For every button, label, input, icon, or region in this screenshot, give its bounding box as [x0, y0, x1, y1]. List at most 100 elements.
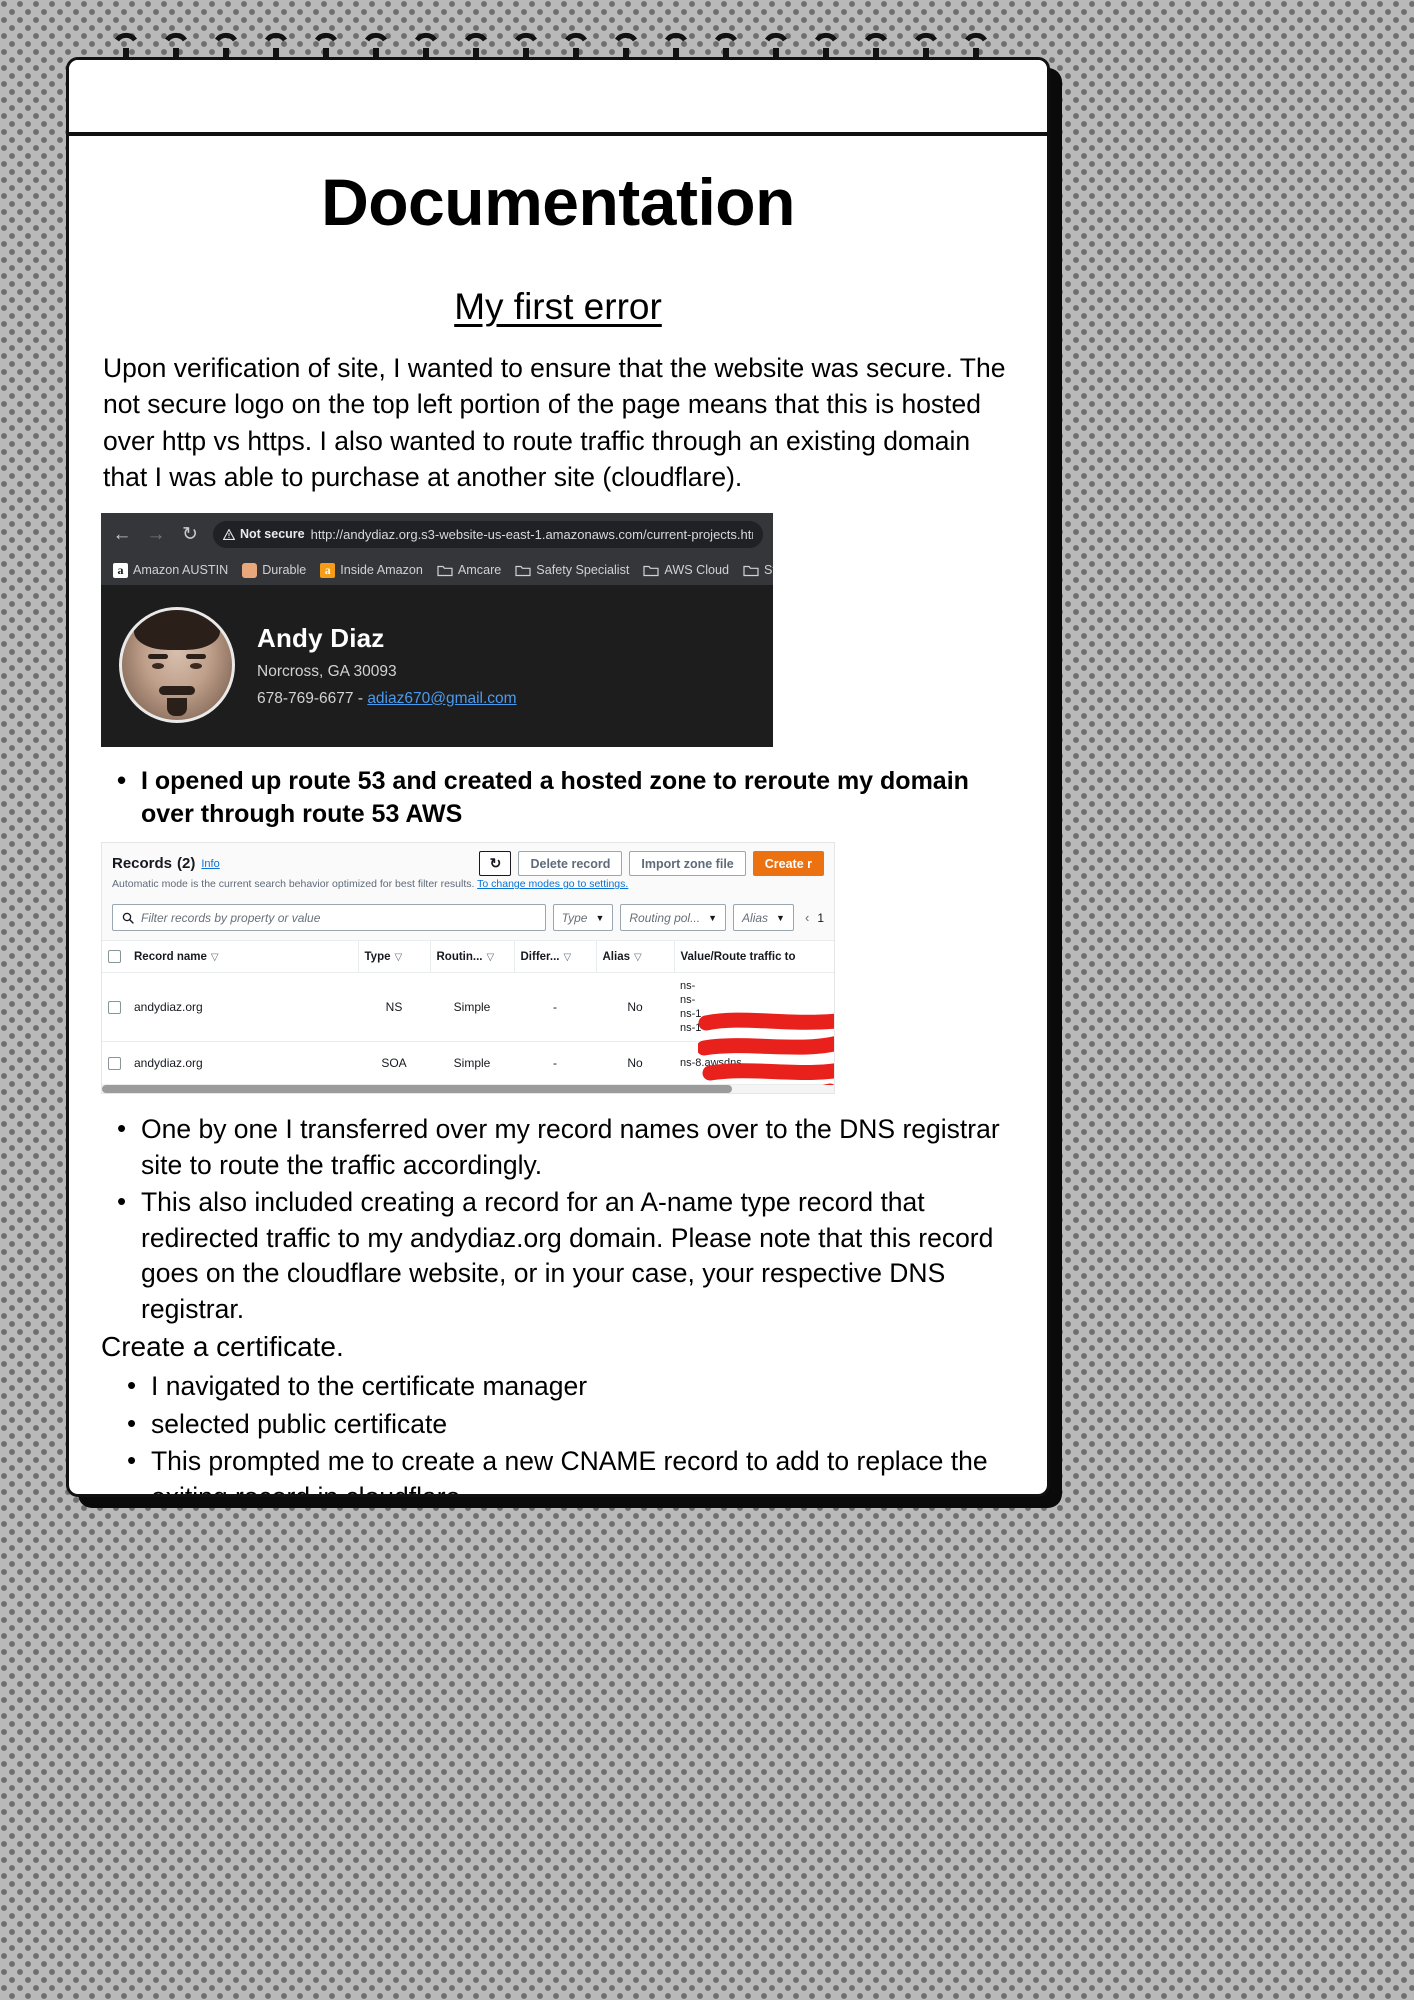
cell-differentiator: - [514, 972, 596, 1043]
pagination: ‹ 1 [801, 910, 824, 925]
reload-icon[interactable]: ↻ [179, 525, 201, 544]
not-secure-badge[interactable]: Not secure [223, 527, 305, 541]
checkbox-icon[interactable] [108, 950, 121, 964]
column-label: Value/Route traffic to [680, 950, 796, 963]
records-title: Records [112, 855, 173, 873]
column-record-name[interactable]: Record name ▽ [128, 940, 358, 974]
bookmark-amazon-austin[interactable]: a Amazon AUSTIN [113, 562, 229, 578]
type-filter-label: Type [561, 910, 588, 925]
column-value-route-traffic[interactable]: Value/Route traffic to [673, 940, 834, 974]
profile-location: Norcross, GA 30093 [257, 662, 397, 680]
list-item: I opened up route 53 and created a hoste… [111, 764, 1015, 830]
import-zone-file-button[interactable]: Import zone file [629, 851, 746, 877]
profile-phone: 678-769-6677 - [257, 689, 368, 707]
delete-record-button[interactable]: Delete record [518, 851, 623, 877]
bookmark-label: Safety Specialist [536, 563, 630, 578]
refresh-button[interactable]: ↻ [479, 851, 512, 877]
back-icon[interactable]: ← [111, 525, 133, 544]
folder-icon [743, 564, 759, 577]
bookmarks-bar: a Amazon AUSTIN Durable a Inside Amazon … [101, 555, 773, 586]
create-record-button[interactable]: Create r [752, 851, 824, 877]
cell-differentiator: - [514, 1041, 596, 1086]
column-label: Differ... [520, 950, 560, 963]
bookmark-amcare[interactable]: Amcare [437, 563, 501, 577]
change-modes-link[interactable]: To change modes go to settings. [477, 878, 628, 890]
avatar-eye-right [190, 663, 202, 670]
column-routing[interactable]: Routin... ▽ [429, 940, 514, 974]
alias-filter-select[interactable]: Alias ▼ [733, 904, 794, 932]
bookmark-label: Stuff to org [764, 563, 773, 578]
address-bar[interactable]: Not secure http://andydiaz.org.s3-websit… [213, 520, 763, 548]
column-alias[interactable]: Alias ▽ [595, 940, 674, 974]
pagination-prev-icon[interactable]: ‹ [805, 910, 809, 925]
bookmark-durable[interactable]: Durable [242, 562, 306, 578]
cell-value-route-traffic: ns-8.awsdns [674, 1041, 834, 1086]
bookmark-label: Amazon AUSTIN [133, 563, 229, 578]
alias-filter-label: Alias [742, 910, 769, 925]
sort-icon: ▽ [210, 951, 219, 963]
list-item: selected public certificate [121, 1406, 1015, 1443]
records-actions: ↻ Delete record Import zone file Create … [479, 851, 824, 877]
bookmark-safety-specialist[interactable]: Safety Specialist [515, 563, 629, 577]
cell-alias: No [596, 1041, 674, 1086]
list-item: This also included creating a record for… [111, 1184, 1015, 1327]
cell-type: SOA [358, 1041, 430, 1086]
middle-bullet-list: One by one I transferred over my record … [101, 1111, 1015, 1327]
scrollbar-thumb[interactable] [102, 1085, 732, 1094]
folder-icon [437, 564, 453, 577]
column-type[interactable]: Type ▽ [357, 940, 430, 974]
bookmark-aws-cloud[interactable]: AWS Cloud [643, 563, 729, 577]
avatar-brow-right [186, 654, 206, 660]
intro-paragraph: Upon verification of site, I wanted to e… [103, 353, 1006, 492]
page-title: Documentation [321, 165, 795, 239]
ns-value-line: ns- [680, 994, 696, 1007]
bold-bullet-list: I opened up route 53 and created a hoste… [101, 764, 1015, 830]
routing-filter-label: Routing pol... [629, 910, 701, 925]
row-checkbox-cell[interactable] [102, 1041, 128, 1086]
sort-icon: ▽ [394, 951, 403, 963]
cell-record-name: andydiaz.org [128, 1041, 358, 1086]
chevron-down-icon: ▼ [708, 912, 718, 923]
records-subtitle-text: Automatic mode is the current search beh… [112, 878, 478, 891]
cell-routing: Simple [430, 972, 514, 1043]
not-secure-label: Not secure [240, 527, 305, 542]
row-checkbox-cell[interactable] [102, 972, 128, 1043]
column-label: Record name [134, 950, 207, 963]
browser-toolbar: ← → ↻ Not secure http://andydiaz.org.s3-… [101, 513, 773, 556]
ns-value-line: ns-1 [680, 1022, 702, 1035]
records-table: Record name ▽ Type ▽ Routin... ▽ Differ... ▽… [102, 940, 834, 1086]
select-all-header[interactable] [102, 940, 128, 974]
routing-policy-filter-select[interactable]: Routing pol... ▼ [620, 904, 727, 932]
bookmark-label: Inside Amazon [340, 563, 423, 578]
bookmark-label: Amcare [457, 563, 502, 578]
bookmark-label: AWS Cloud [664, 563, 730, 578]
pagination-page-number[interactable]: 1 [817, 911, 824, 925]
column-label: Alias [602, 950, 631, 963]
column-differentiator[interactable]: Differ... ▽ [513, 940, 596, 974]
cell-record-name: andydiaz.org [128, 972, 358, 1043]
cell-alias: No [596, 972, 674, 1043]
profile-details: Andy Diaz Norcross, GA 30093 678-769-667… [257, 623, 517, 708]
checkbox-icon[interactable] [108, 1056, 121, 1070]
bookmark-inside-amazon[interactable]: a Inside Amazon [320, 562, 423, 578]
table-row[interactable]: andydiaz.org NS Simple - No ns- ns- ns-1… [102, 972, 834, 1043]
records-panel-header: Records (2) Info ↻ Delete record Import … [102, 843, 834, 879]
checkbox-icon[interactable] [108, 1000, 121, 1014]
end-bullet-list: I navigated to the certificate manager s… [101, 1368, 1015, 1494]
cell-routing: Simple [430, 1041, 514, 1086]
horizontal-scrollbar[interactable] [102, 1085, 834, 1094]
forward-icon[interactable]: → [145, 525, 167, 544]
profile-contact: 678-769-6677 - adiaz670@gmail.com [257, 690, 517, 708]
bookmark-stuff-to-org[interactable]: Stuff to org [743, 563, 773, 577]
search-input[interactable]: Filter records by property or value [112, 904, 546, 932]
type-filter-select[interactable]: Type ▼ [552, 904, 614, 932]
amazon-orange-icon: a [320, 562, 336, 578]
table-row[interactable]: andydiaz.org SOA Simple - No ns-8.awsdns [102, 1041, 834, 1086]
info-link[interactable]: Info [201, 858, 219, 870]
profile-name: Andy Diaz [257, 622, 385, 653]
document-body: Documentation My first error Upon verifi… [69, 140, 1047, 1494]
avatar [119, 607, 235, 724]
profile-email-link[interactable]: adiaz670@gmail.com [367, 690, 516, 707]
sort-icon: ▽ [634, 951, 642, 963]
ns-value-line: ns- [680, 980, 696, 993]
